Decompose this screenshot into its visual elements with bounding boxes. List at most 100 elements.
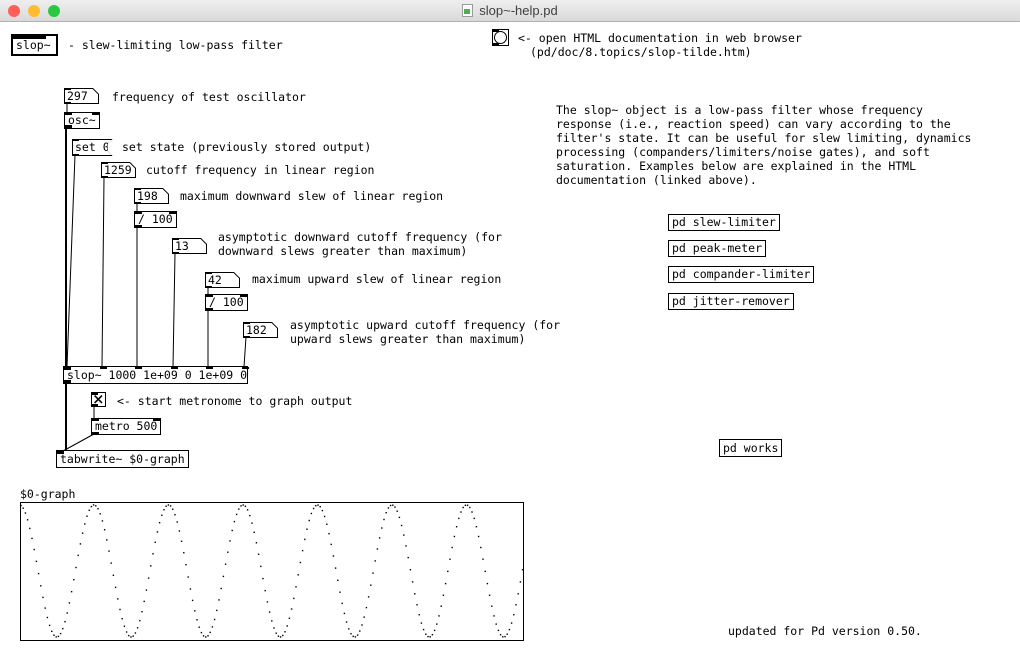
inlet-nub [240, 295, 247, 297]
outlet-nub [64, 102, 71, 104]
node-freq[interactable]: 297 [64, 88, 99, 104]
node-tabwrite: tabwrite~ $0-graph [56, 450, 189, 468]
patch-cord [102, 177, 104, 367]
inlet-nub [206, 367, 213, 369]
zoom-button[interactable] [48, 5, 60, 17]
comment-line: set state (previously stored output) [122, 140, 371, 154]
comment: The slop~ object is a low-pass filter wh… [556, 103, 971, 187]
array-graph [20, 502, 524, 641]
comment: <- start metronome to graph output [117, 394, 352, 408]
inlet-nub [92, 419, 99, 421]
node-text: pd peak-meter [669, 242, 765, 255]
inlet-nub [13, 36, 46, 39]
patch-cord [244, 337, 246, 367]
comment-line: asymptotic downward cutoff frequency (fo… [218, 230, 502, 244]
comment: frequency of test oscillator [112, 90, 306, 104]
outlet-nub [135, 225, 142, 227]
node-start-toggle[interactable] [91, 392, 106, 407]
node-metro: metro 500 [91, 418, 161, 435]
node-text: pd compander-limiter [669, 268, 813, 281]
node-pd-jitter-remover[interactable]: pd jitter-remover [668, 293, 794, 310]
comment-line: maximum upward slew of linear region [252, 272, 501, 286]
comment-line: upward slews greater than maximum) [290, 332, 560, 346]
inlet-nub [64, 367, 71, 370]
node-text: tabwrite~ $0-graph [57, 453, 188, 466]
inlet-nub [242, 367, 249, 369]
outlet-nub [64, 380, 71, 383]
inlet-nub [172, 238, 179, 240]
node-text: slop~ 1000 1e+09 0 1e+09 0 [64, 369, 250, 382]
comment-line: filter's state. It can be useful for sle… [556, 131, 971, 145]
graph-label: $0-graph [20, 487, 75, 501]
node-pd-peak-meter[interactable]: pd peak-meter [668, 240, 766, 257]
comment-line: updated for Pd version 0.50. [728, 624, 922, 638]
node-cutoff[interactable]: 1259 [101, 162, 136, 178]
inlet-nub [57, 451, 64, 454]
node-text: metro 500 [92, 420, 160, 433]
comment-line: saturation. Examples below are explained… [556, 159, 971, 173]
node-up-asym[interactable]: 182 [243, 322, 278, 338]
inlet-nub [243, 322, 250, 324]
node-slop-title: slop~ [11, 34, 58, 56]
node-text: 42 [205, 274, 225, 287]
comment: asymptotic downward cutoff frequency (fo… [218, 230, 502, 258]
node-up-slew[interactable]: 42 [205, 272, 240, 288]
node-div-up: / 100 [205, 294, 248, 311]
node-text: 297 [64, 90, 91, 103]
inlet-nub [206, 295, 213, 297]
outlet-nub [92, 432, 99, 434]
outlet-nub [172, 252, 179, 254]
outlet-nub [493, 43, 499, 45]
inlet-nub [92, 393, 98, 395]
minimize-button[interactable] [28, 5, 40, 17]
waveform-plot [21, 503, 523, 640]
comment-line: response (i.e., reaction speed) can vary… [556, 117, 971, 131]
comment-line: processing (companders/limiters/noise ga… [556, 145, 971, 159]
pd-window: slop~-help.pd slop~297osc~set 01259198/ … [0, 0, 1020, 664]
node-pd-slew-limiter[interactable]: pd slew-limiter [668, 214, 780, 231]
inlet-nub [493, 30, 499, 32]
inlet-nub [100, 367, 107, 369]
node-pd-works[interactable]: pd works [719, 439, 782, 457]
comment-line: downward slews greater than maximum) [218, 244, 502, 258]
close-button[interactable] [8, 5, 20, 17]
inlet-nub [92, 113, 99, 115]
comment: (pd/doc/8.topics/slop-tilde.htm) [530, 45, 752, 59]
comment-line: (pd/doc/8.topics/slop-tilde.htm) [530, 45, 752, 59]
comment: <- open HTML documentation in web browse… [518, 31, 802, 45]
window-controls [8, 0, 60, 22]
node-down-asym[interactable]: 13 [172, 238, 207, 254]
comment: asymptotic upward cutoff frequency (foru… [290, 318, 560, 346]
comment: set state (previously stored output) [122, 140, 371, 154]
comment-line: cutoff frequency in linear region [146, 163, 374, 177]
comment: maximum upward slew of linear region [252, 272, 501, 286]
titlebar: slop~-help.pd [0, 0, 1020, 22]
comment-line: frequency of test oscillator [112, 90, 306, 104]
comment-line: documentation (linked above). [556, 173, 971, 187]
outlet-nub [205, 286, 212, 288]
node-text: pd jitter-remover [669, 295, 793, 308]
document-icon [462, 4, 473, 17]
comment-line: maximum downward slew of linear region [180, 189, 443, 203]
comment: cutoff frequency in linear region [146, 163, 374, 177]
comment-line: The slop~ object is a low-pass filter wh… [556, 103, 971, 117]
inlet-nub [205, 272, 212, 274]
window-title: slop~-help.pd [479, 3, 557, 18]
comment: maximum downward slew of linear region [180, 189, 443, 203]
node-text: set 0 [72, 141, 113, 154]
inlet-nub [135, 212, 142, 214]
comment: - slew-limiting low-pass filter [68, 38, 283, 52]
patch-cord [63, 434, 94, 451]
patch-cord [173, 253, 175, 367]
node-pd-compander-limiter[interactable]: pd compander-limiter [668, 266, 814, 283]
node-set-state[interactable]: set 0 [72, 139, 113, 156]
comment-line: - slew-limiting low-pass filter [68, 38, 283, 52]
node-doc-bang[interactable] [492, 29, 509, 46]
node-div-down: / 100 [134, 211, 177, 228]
node-text: pd slew-limiter [669, 216, 779, 229]
comment-line: <- start metronome to graph output [117, 394, 352, 408]
inlet-nub [101, 162, 108, 164]
node-text: slop~ [13, 39, 54, 52]
node-down-slew[interactable]: 198 [134, 188, 169, 204]
node-text: 13 [172, 240, 192, 253]
